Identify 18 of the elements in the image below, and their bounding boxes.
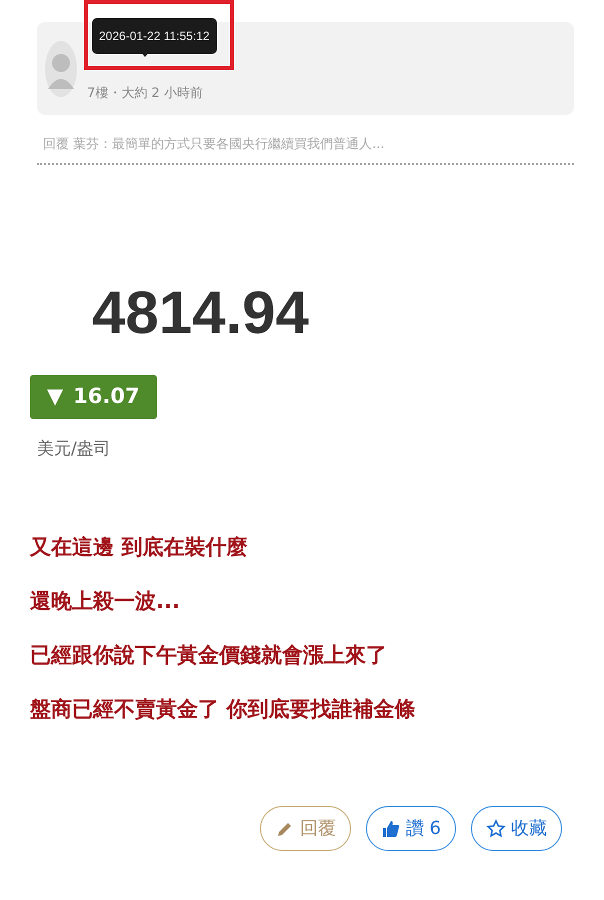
tooltip-arrow-icon [140, 51, 150, 57]
reply-button[interactable]: 回覆 [260, 806, 351, 851]
price-unit: 美元/盎司 [37, 438, 112, 460]
change-value: 16.07 [73, 383, 140, 410]
price-value: 4814.94 [92, 283, 309, 343]
thumbs-up-icon [380, 818, 401, 838]
comment-text: 又在這邊 到底在裝什麼 [30, 534, 248, 561]
like-button[interactable]: 讚 6 [366, 806, 456, 851]
comment-text: 已經跟你說下午黃金價錢就會漲上來了 [30, 642, 388, 669]
star-icon [486, 818, 506, 838]
comment-text: 盤商已經不賣黃金了 你到底要找誰補金條 [30, 696, 416, 723]
timestamp-tooltip: 2026-01-22 11:55:12 [92, 18, 217, 54]
post-meta: 7樓・大約 2 小時前 [87, 84, 203, 103]
arrow-icon: ▼ [47, 381, 64, 412]
reply-preview: 回覆 葉芬：最簡單的方式只要各國央行繼續買我們普通人... [42, 136, 386, 154]
comment-text: 還晚上殺一波... [30, 588, 181, 615]
avatar-icon [45, 40, 77, 96]
favorite-button[interactable]: 收藏 [471, 806, 562, 851]
